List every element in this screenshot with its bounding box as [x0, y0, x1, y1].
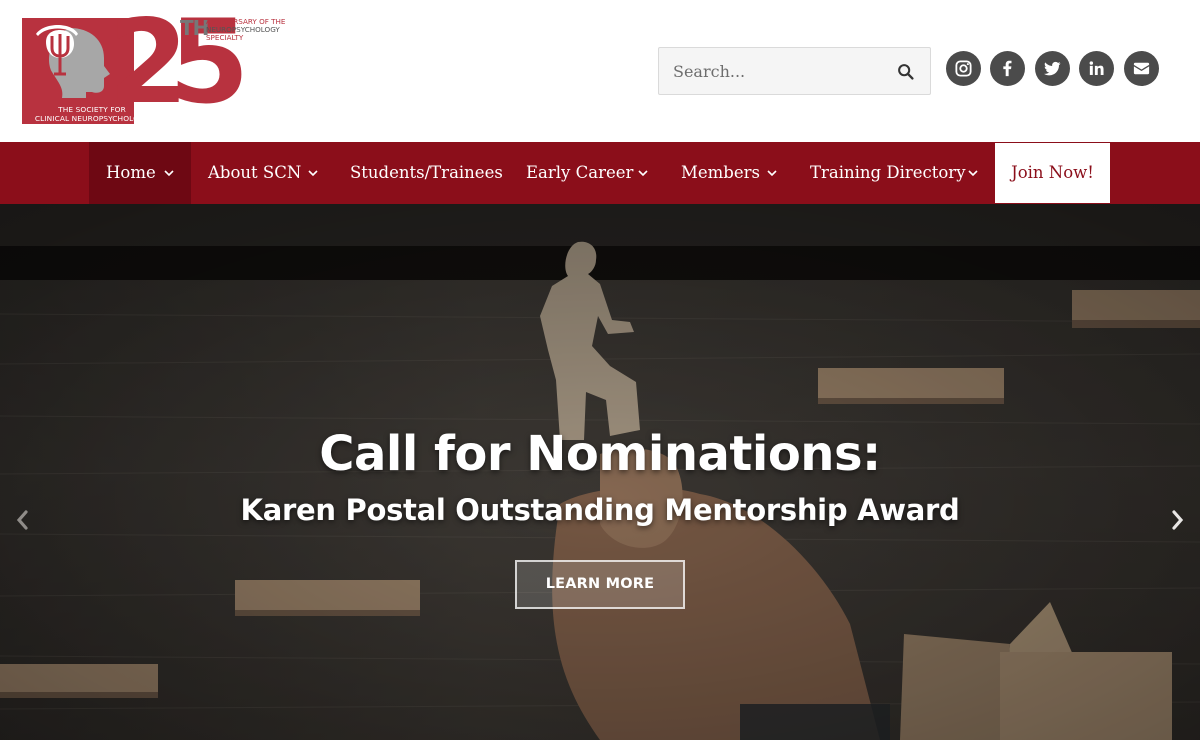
nav-item-label: Training Directory [810, 163, 966, 182]
chevron-down-icon [308, 170, 318, 177]
linkedin-icon [1089, 61, 1104, 75]
chevron-left-icon[interactable] [14, 509, 30, 531]
instagram-icon [955, 60, 972, 77]
logo-anniversary-line-3: SPECIALTY [206, 33, 244, 42]
chevron-down-icon [638, 170, 648, 177]
nav-item-members[interactable]: Members [665, 142, 794, 204]
chevron-right-icon[interactable] [1170, 509, 1186, 531]
search-box [658, 47, 931, 95]
facebook-link[interactable] [990, 51, 1025, 86]
chevron-down-icon [968, 170, 978, 177]
logo-th: TH [180, 16, 209, 40]
twitter-icon [1044, 61, 1061, 76]
nav-item-label: Home [106, 163, 156, 182]
learn-more-button[interactable]: LEARN MORE [515, 560, 685, 609]
site-logo[interactable]: THE SOCIETY FOR CLINICAL NEUROPSYCHOLOGY… [22, 0, 288, 128]
chevron-down-icon [767, 170, 777, 177]
facebook-icon [1003, 60, 1012, 77]
twitter-link[interactable] [1035, 51, 1070, 86]
chevron-down-icon [164, 170, 174, 177]
nav-item-label: Students/Trainees [350, 163, 503, 182]
nav-item-early-career[interactable]: Early Career [510, 142, 665, 204]
nav-item-about-scn[interactable]: About SCN [191, 142, 334, 204]
envelope-icon [1133, 62, 1150, 75]
hero-slider: Call for Nominations: Karen Postal Outst… [0, 204, 1200, 740]
instagram-link[interactable] [946, 51, 981, 86]
search-icon[interactable] [895, 61, 917, 83]
email-link[interactable] [1124, 51, 1159, 86]
hero-subtitle: Karen Postal Outstanding Mentorship Awar… [240, 493, 960, 527]
nav-item-students-trainees[interactable]: Students/Trainees [334, 142, 510, 204]
linkedin-link[interactable] [1079, 51, 1114, 86]
join-now-button[interactable]: Join Now! [995, 143, 1110, 203]
nav-item-training-directory[interactable]: Training Directory [794, 142, 995, 204]
nav-item-label: Early Career [526, 163, 634, 182]
nav-item-label: About SCN [208, 163, 302, 182]
nav-item-home[interactable]: Home [89, 142, 191, 204]
psi-head-icon [36, 25, 110, 98]
logo-anniversary-text: ANNIVERSARY OF THE NEUROPSYCHOLOGY SPECI… [206, 18, 318, 42]
search-input[interactable] [673, 58, 888, 84]
site-header: THE SOCIETY FOR CLINICAL NEUROPSYCHOLOGY… [0, 0, 1200, 142]
nav-item-label: Members [681, 163, 760, 182]
hero-title: Call for Nominations: [319, 426, 881, 482]
